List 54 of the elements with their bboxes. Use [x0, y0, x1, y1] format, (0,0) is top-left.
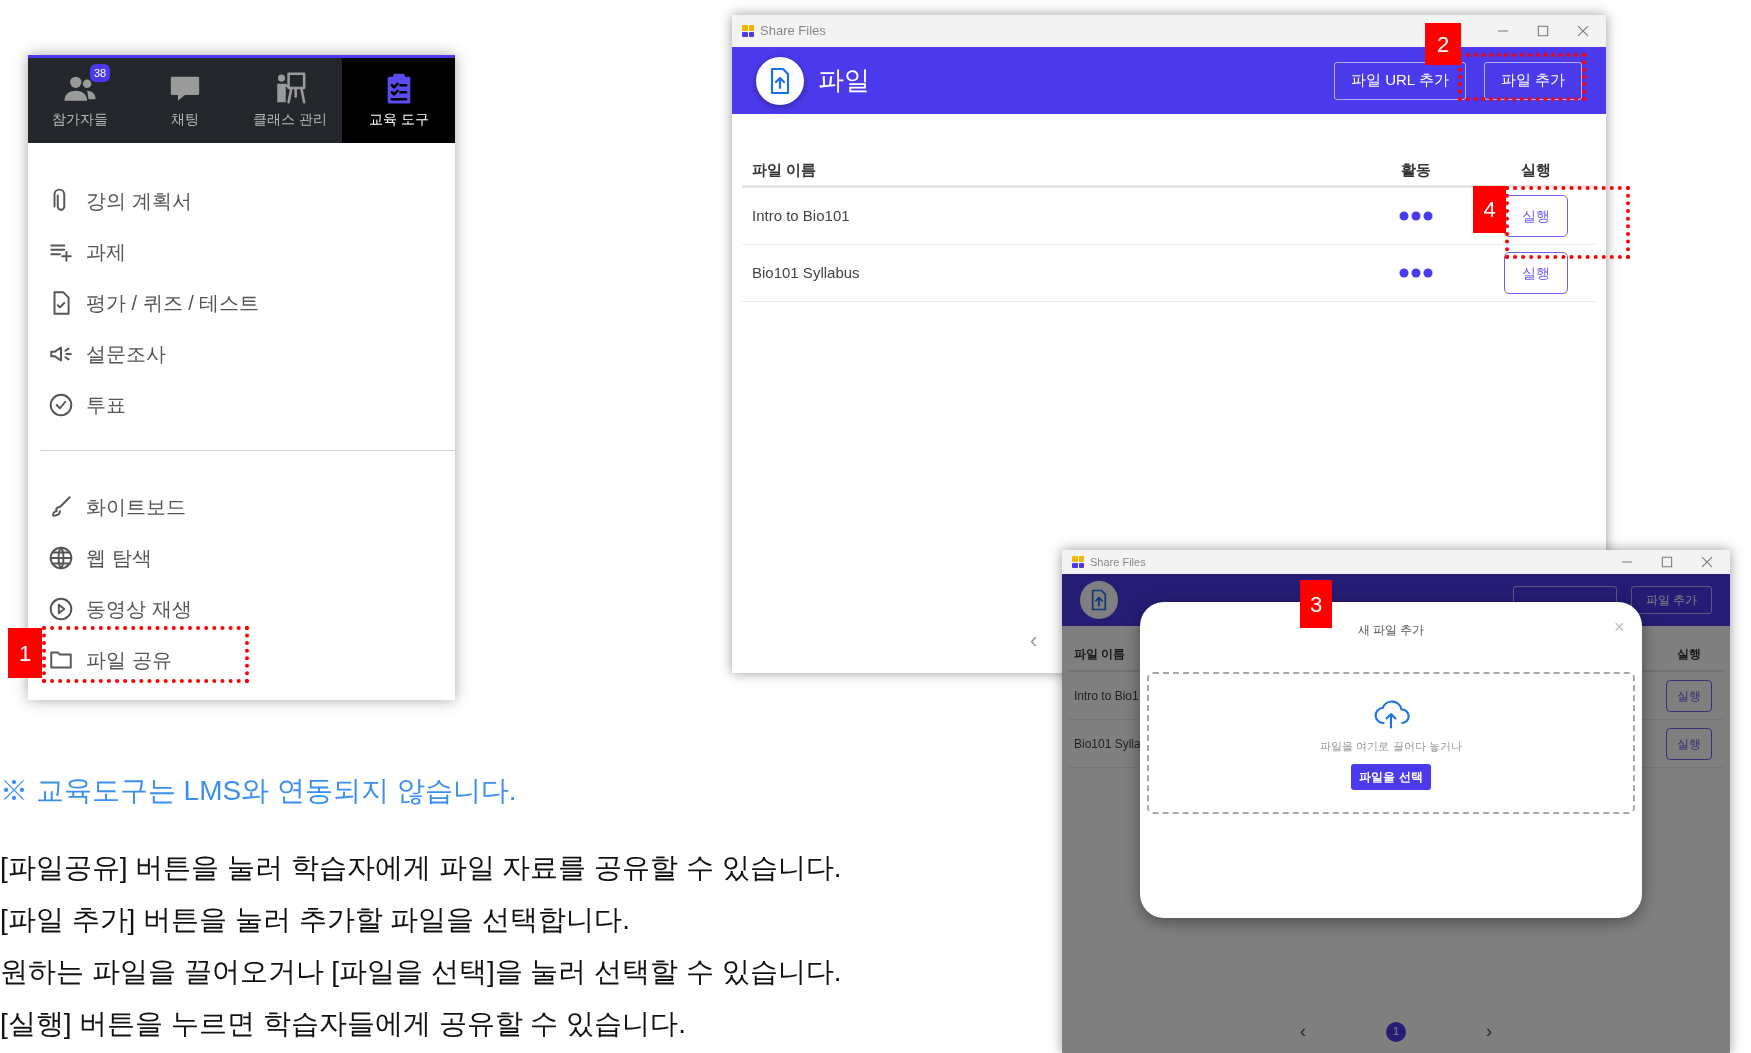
more-dots-icon [1399, 211, 1433, 221]
run-button[interactable]: 실행 [1504, 252, 1568, 294]
window-title: Share Files [760, 22, 827, 41]
notice-text: ※ 교육도구는 LMS와 연동되지 않습니다. [0, 774, 518, 808]
maximize-icon [1660, 555, 1674, 569]
menu-item[interactable]: 파일 공유 [46, 638, 174, 681]
file-name: Bio101 Sylla [1074, 735, 1141, 753]
file-upload-icon [1080, 581, 1118, 619]
instruction-text: [파일 추가] 버튼을 눌러 추가할 파일을 선택합니다. [0, 903, 631, 937]
callout-number: 3 [1300, 580, 1332, 628]
menu-item[interactable]: 강의 계획서 [46, 179, 194, 222]
count-badge: 38 [90, 64, 111, 82]
menu-item[interactable]: 동영상 재생 [46, 587, 194, 630]
header-button[interactable]: 파일 추가 [1483, 61, 1582, 100]
column-header: 실행 [1676, 646, 1702, 663]
file-name: Intro to Bio101 [751, 205, 851, 226]
instruction-text: [파일공유] 버튼을 눌러 학습자에게 파일 자료를 공유할 수 있습니다. [0, 851, 843, 885]
file-upload-icon [756, 56, 804, 105]
column-header: 파일 이름 [1073, 646, 1127, 663]
callout-number: 4 [1473, 186, 1506, 233]
app-logo-icon [742, 25, 754, 37]
next-page-arrow[interactable]: › [1486, 1018, 1492, 1045]
more-dots-icon [1399, 268, 1433, 278]
column-header: 파일 이름 [751, 160, 818, 181]
page-title: 파일 [818, 64, 871, 97]
menu-item[interactable]: 평가 / 퀴즈 / 테스트 [46, 281, 262, 324]
page-number[interactable]: 1 [1386, 1021, 1406, 1042]
file-name: Intro to Bio1 [1074, 687, 1139, 705]
menu-item[interactable]: 투표 [46, 383, 128, 426]
window-title: Share Files [1090, 554, 1147, 570]
menu-item[interactable]: 과제 [46, 230, 128, 273]
app-logo-icon [1072, 556, 1084, 568]
column-header: 실행 [1520, 160, 1552, 181]
play-circle-icon [48, 595, 74, 622]
file-name: Bio101 Syllabus [751, 262, 861, 283]
drop-zone[interactable]: 파일을 여기로 끌어다 놓거나 파일을 선택 [1147, 672, 1635, 814]
globe-icon [48, 544, 74, 571]
instruction-text: 원하는 파일을 끌어오거나 [파일을 선택]을 눌러 선택할 수 있습니다. [0, 955, 843, 989]
close-icon [1700, 555, 1714, 569]
maximize-icon [1536, 24, 1550, 38]
column-header: 활동 [1400, 160, 1432, 181]
previous-page-arrow[interactable]: ‹ [1300, 1018, 1306, 1045]
callout-number: 1 [8, 628, 42, 678]
menu-item[interactable]: 화이트보드 [46, 485, 188, 528]
close-icon [1576, 24, 1590, 38]
instruction-text: [실행] 버튼을 누르면 학습자들에게 공유할 수 있습니다. [0, 1007, 687, 1041]
menu-item[interactable]: 설문조사 [46, 332, 168, 375]
tab[interactable]: 교육 도구 [342, 58, 455, 143]
menu-item[interactable]: 웹 탐색 [46, 536, 154, 579]
choose-file-button[interactable]: 파일을 선택 [1351, 764, 1431, 791]
callout-number: 2 [1425, 23, 1461, 65]
dialog-title: 새 파일 추가 [1357, 622, 1425, 639]
check-circle-icon [48, 391, 74, 418]
drop-hint: 파일을 여기로 끌어다 놓거나 [1320, 738, 1462, 754]
